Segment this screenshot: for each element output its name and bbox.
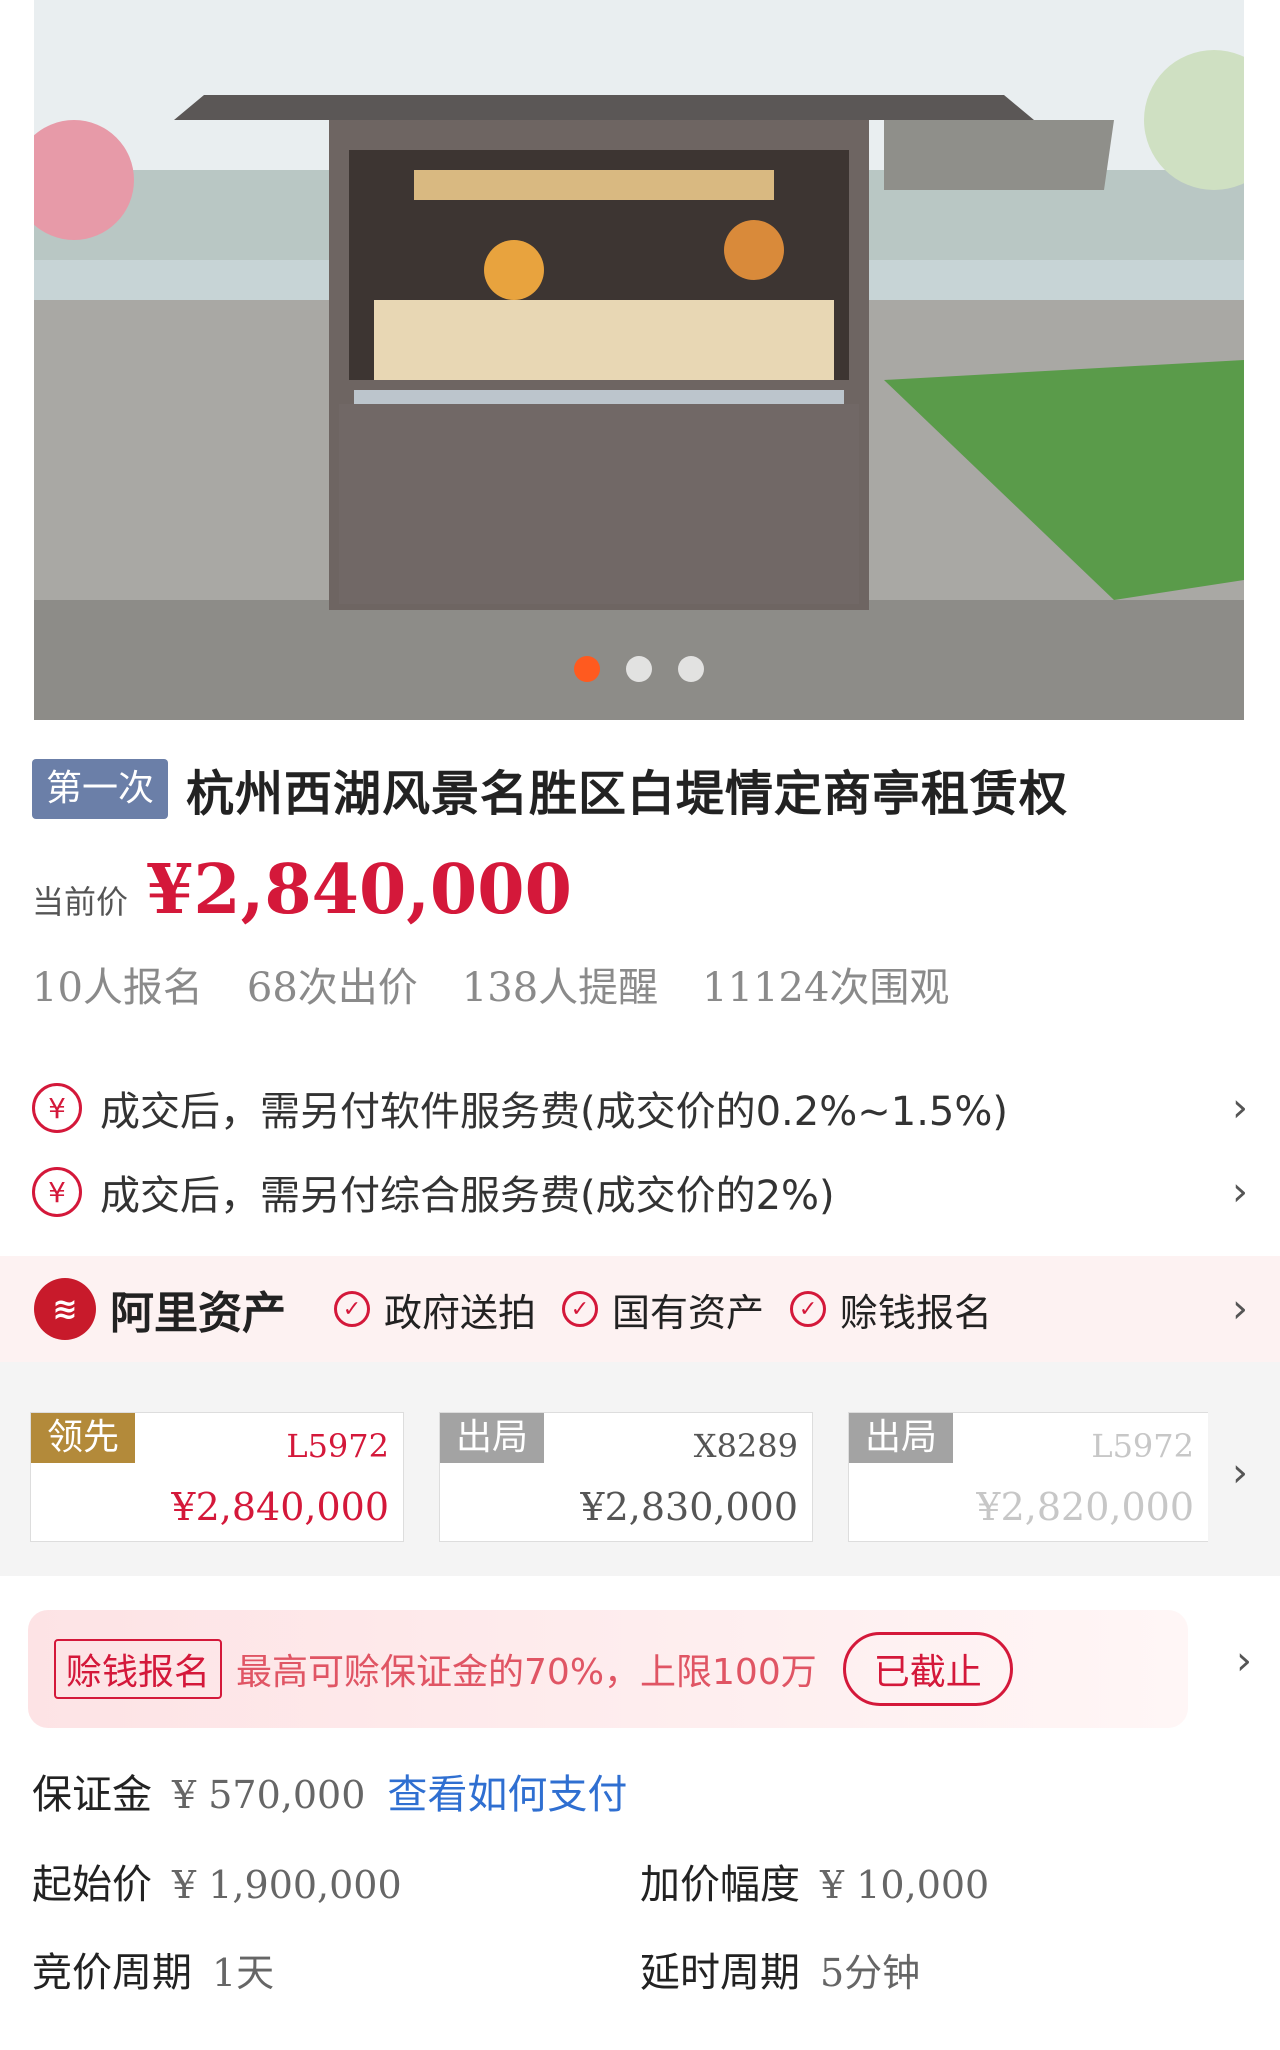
bid-cycle-label: 竞价周期 bbox=[32, 1950, 192, 1996]
bid-amount: ¥2,820,000 bbox=[976, 1485, 1194, 1529]
platform-band[interactable]: ≋ 阿里资产 ✓ 政府送拍 ✓ 国有资产 ✓ 赊钱报名 › bbox=[0, 1256, 1280, 1362]
page-title: 杭州西湖风景名胜区白堤情定商亭租赁权 bbox=[186, 766, 1069, 822]
start-price-label: 起始价 bbox=[32, 1862, 152, 1908]
deposit-value: ¥ 570,000 bbox=[172, 1773, 366, 1817]
increment-value: ¥ 10,000 bbox=[820, 1863, 990, 1907]
credit-signup-status: 已截止 bbox=[842, 1632, 1013, 1706]
start-price-value: ¥ 1,900,000 bbox=[172, 1863, 402, 1907]
stat-reminders: 138人提醒 bbox=[461, 965, 659, 1011]
increment-row: 加价幅度 ¥ 10,000 bbox=[640, 1852, 989, 1910]
chevron-right-icon: › bbox=[1232, 1169, 1248, 1215]
bidder-id: L5972 bbox=[286, 1427, 389, 1465]
platform-name: 阿里资产 bbox=[110, 1288, 286, 1339]
carousel-dot-2[interactable] bbox=[626, 656, 652, 682]
deposit-row: 保证金 ¥ 570,000 查看如何支付 bbox=[32, 1762, 627, 1820]
bid-card[interactable]: 出局 X8289 ¥2,830,000 bbox=[439, 1412, 813, 1542]
deposit-label: 保证金 bbox=[32, 1772, 152, 1818]
badge-government: ✓ 政府送拍 bbox=[334, 1282, 536, 1337]
bid-amount: ¥2,830,000 bbox=[580, 1485, 798, 1529]
current-price-value: ¥2,840,000 bbox=[146, 850, 572, 930]
bidder-id: X8289 bbox=[693, 1427, 798, 1465]
bid-status-tag: 出局 bbox=[849, 1413, 954, 1463]
badge-credit-signup: ✓ 赊钱报名 bbox=[790, 1282, 992, 1337]
bid-card[interactable]: 领先 L5972 ¥2,840,000 bbox=[30, 1412, 404, 1542]
bid-status-tag: 出局 bbox=[440, 1413, 545, 1463]
check-icon: ✓ bbox=[562, 1291, 599, 1327]
bid-cycle-value: 1天 bbox=[212, 1951, 275, 1995]
bid-status-tag: 领先 bbox=[31, 1413, 136, 1463]
service-fee-text: 成交后，需另付综合服务费(成交价的2%) bbox=[100, 1173, 835, 1219]
start-price-row: 起始价 ¥ 1,900,000 bbox=[32, 1852, 402, 1910]
delay-cycle-label: 延时周期 bbox=[640, 1950, 800, 1996]
yen-icon: ¥ bbox=[32, 1167, 82, 1217]
stat-bids: 68次出价 bbox=[246, 965, 418, 1011]
platform-badges: ✓ 政府送拍 ✓ 国有资产 ✓ 赊钱报名 bbox=[334, 1282, 992, 1337]
auction-round-tag: 第一次 bbox=[32, 759, 169, 819]
auction-stats: 10人报名 68次出价 138人提醒 11124次围观 bbox=[32, 955, 949, 1013]
check-icon: ✓ bbox=[334, 1291, 370, 1327]
software-fee-row[interactable]: ¥ 成交后，需另付软件服务费(成交价的0.2%~1.5%) › bbox=[32, 1078, 1248, 1138]
chevron-right-icon[interactable]: › bbox=[1232, 1450, 1248, 1496]
current-price-label: 当前价 bbox=[32, 883, 129, 921]
carousel-dot-3[interactable] bbox=[678, 656, 704, 682]
current-price: 当前价 ¥2,840,000 bbox=[32, 850, 572, 930]
stat-registrations: 10人报名 bbox=[32, 965, 203, 1011]
kiosk-photo bbox=[34, 0, 1244, 720]
increment-label: 加价幅度 bbox=[640, 1862, 800, 1908]
title-row: 第一次 杭州西湖风景名胜区白堤情定商亭租赁权 bbox=[32, 754, 1068, 824]
bid-amount: ¥2,840,000 bbox=[171, 1485, 389, 1529]
delay-cycle-row: 延时周期 5分钟 bbox=[640, 1940, 920, 1998]
credit-signup-banner[interactable]: 赊钱报名 最高可赊保证金的70%，上限100万 已截止 bbox=[28, 1610, 1188, 1728]
badge-state-owned: ✓ 国有资产 bbox=[562, 1282, 764, 1337]
hero-image[interactable] bbox=[34, 0, 1244, 720]
how-to-pay-link[interactable]: 查看如何支付 bbox=[387, 1762, 627, 1820]
chevron-right-icon[interactable]: › bbox=[1236, 1638, 1252, 1684]
bidder-id: L5972 bbox=[1091, 1427, 1194, 1465]
check-icon: ✓ bbox=[790, 1291, 827, 1327]
chevron-right-icon: › bbox=[1232, 1286, 1248, 1332]
bid-card[interactable]: 出局 L5972 ¥2,820,000 bbox=[848, 1412, 1208, 1542]
credit-signup-tag: 赊钱报名 bbox=[54, 1639, 223, 1699]
stat-views: 11124次围观 bbox=[702, 965, 950, 1011]
ali-assets-logo-icon: ≋ bbox=[34, 1278, 96, 1340]
credit-signup-text: 最高可赊保证金的70%，上限100万 bbox=[236, 1652, 817, 1693]
bid-records[interactable]: 领先 L5972 ¥2,840,000 出局 X8289 ¥2,830,000 … bbox=[0, 1362, 1280, 1576]
delay-cycle-value: 5分钟 bbox=[820, 1951, 921, 1995]
chevron-right-icon: › bbox=[1232, 1085, 1248, 1131]
carousel-dot-1[interactable] bbox=[574, 656, 600, 682]
yen-icon: ¥ bbox=[32, 1083, 82, 1133]
service-fee-row[interactable]: ¥ 成交后，需另付综合服务费(成交价的2%) › bbox=[32, 1162, 1248, 1222]
bid-cycle-row: 竞价周期 1天 bbox=[32, 1940, 274, 1998]
software-fee-text: 成交后，需另付软件服务费(成交价的0.2%~1.5%) bbox=[100, 1089, 1008, 1135]
carousel-dots bbox=[34, 656, 1244, 682]
